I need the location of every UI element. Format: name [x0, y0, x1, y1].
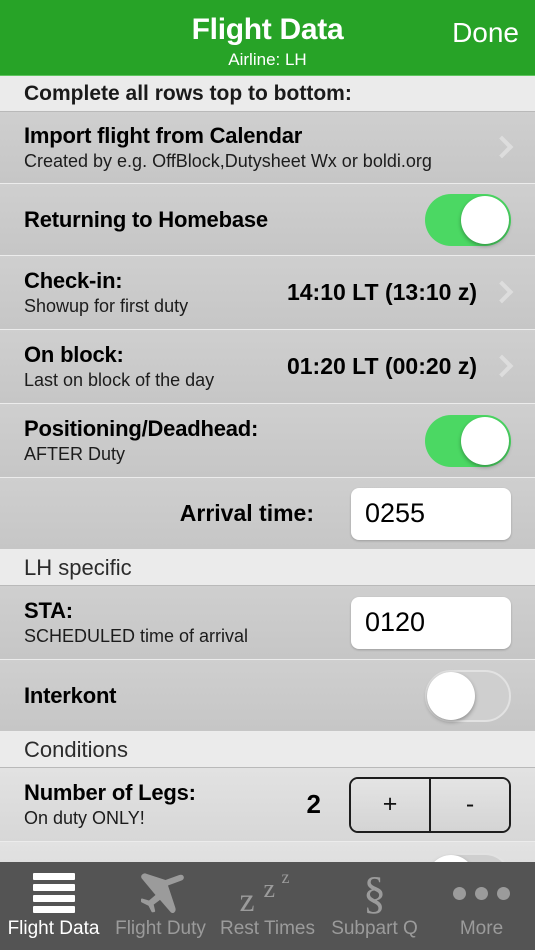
row-positioning-deadhead[interactable]: Positioning/Deadhead: AFTER Duty: [0, 404, 535, 478]
section-header-lh-specific: LH specific: [0, 550, 535, 586]
tab-bar: Flight Data Flight Duty zzz Rest Times §…: [0, 862, 535, 950]
toggle-knob: [461, 195, 509, 244]
page-subtitle: Airline: LH: [228, 50, 307, 69]
row-returning-to-homebase[interactable]: Returning to Homebase: [0, 184, 535, 256]
row-title: Number of Legs:: [24, 779, 196, 805]
tab-label: Rest Times: [219, 918, 316, 939]
paragraph-icon: §: [363, 867, 386, 918]
navigation-bar: Flight Data Airline: LH Done: [0, 0, 535, 76]
row-subtitle: AFTER Duty: [24, 443, 126, 464]
tab-rest-times[interactable]: zzz Rest Times: [214, 862, 321, 950]
chevron-right-icon: [493, 133, 511, 163]
row-number-of-legs[interactable]: Number of Legs: On duty ONLY! 2 + -: [0, 768, 535, 842]
tab-more[interactable]: More: [428, 862, 535, 950]
legs-increment-button[interactable]: +: [351, 778, 431, 831]
sleep-icon: zzz: [239, 867, 290, 919]
form-scroll-area[interactable]: Complete all rows top to bottom: Import …: [0, 76, 535, 950]
arrival-time-label: Arrival time:: [179, 500, 314, 526]
row-subtitle: Showup for first duty: [24, 295, 189, 316]
row-on-block[interactable]: On block: Last on block of the day 01:20…: [0, 330, 535, 404]
toggle-knob: [427, 671, 475, 720]
row-sta[interactable]: STA: SCHEDULED time of arrival: [0, 586, 535, 660]
row-arrival-time[interactable]: Arrival time:: [0, 478, 535, 550]
number-of-legs-value: 2: [306, 789, 321, 819]
row-check-in[interactable]: Check-in: Showup for first duty 14:10 LT…: [0, 256, 535, 330]
tab-label: Flight Data: [7, 918, 100, 939]
toggle-interkont[interactable]: [425, 669, 511, 722]
row-import-flight-from-calendar[interactable]: Import flight from Calendar Created by e…: [0, 112, 535, 184]
tab-label: Flight Duty: [115, 918, 206, 939]
tab-label: More: [459, 918, 504, 939]
row-title: On block:: [24, 341, 124, 367]
toggle-returning-to-homebase[interactable]: [425, 193, 511, 246]
tab-flight-duty[interactable]: Flight Duty: [107, 862, 214, 950]
toggle-knob: [461, 416, 509, 465]
tab-label: Subpart Q: [331, 918, 418, 939]
done-button[interactable]: Done: [452, 17, 519, 49]
row-subtitle: Created by e.g. OffBlock,Dutysheet Wx or…: [24, 150, 432, 171]
plane-icon: [137, 871, 185, 915]
list-icon: [32, 871, 75, 915]
arrival-time-input[interactable]: [351, 487, 511, 540]
sta-input[interactable]: [351, 596, 511, 649]
legs-stepper[interactable]: + -: [349, 776, 511, 833]
app-screen: Flight Data Airline: LH Done Complete al…: [0, 0, 535, 950]
row-title: Interkont: [24, 682, 117, 708]
check-in-value: 14:10 LT (13:10 z): [286, 279, 477, 305]
row-title: Import flight from Calendar: [24, 122, 303, 148]
tab-subpart-q[interactable]: § Subpart Q: [321, 862, 428, 950]
row-title: Positioning/Deadhead:: [24, 415, 259, 441]
row-interkont[interactable]: Interkont: [0, 660, 535, 732]
row-subtitle: Last on block of the day: [24, 369, 215, 390]
toggle-positioning-deadhead[interactable]: [425, 414, 511, 467]
row-subtitle: SCHEDULED time of arrival: [24, 625, 249, 646]
row-subtitle: On duty ONLY!: [24, 807, 145, 828]
chevron-right-icon: [493, 352, 511, 382]
row-title: STA:: [24, 597, 73, 623]
row-title: Check-in:: [24, 267, 123, 293]
ellipsis-icon: [453, 871, 510, 915]
legs-decrement-button[interactable]: -: [431, 778, 509, 831]
tab-flight-data[interactable]: Flight Data: [0, 862, 107, 950]
section-header-conditions: Conditions: [0, 732, 535, 768]
chevron-right-icon: [493, 278, 511, 308]
on-block-value: 01:20 LT (00:20 z): [286, 353, 477, 379]
row-title: Returning to Homebase: [24, 206, 268, 232]
section-header-instructions: Complete all rows top to bottom:: [0, 76, 535, 112]
